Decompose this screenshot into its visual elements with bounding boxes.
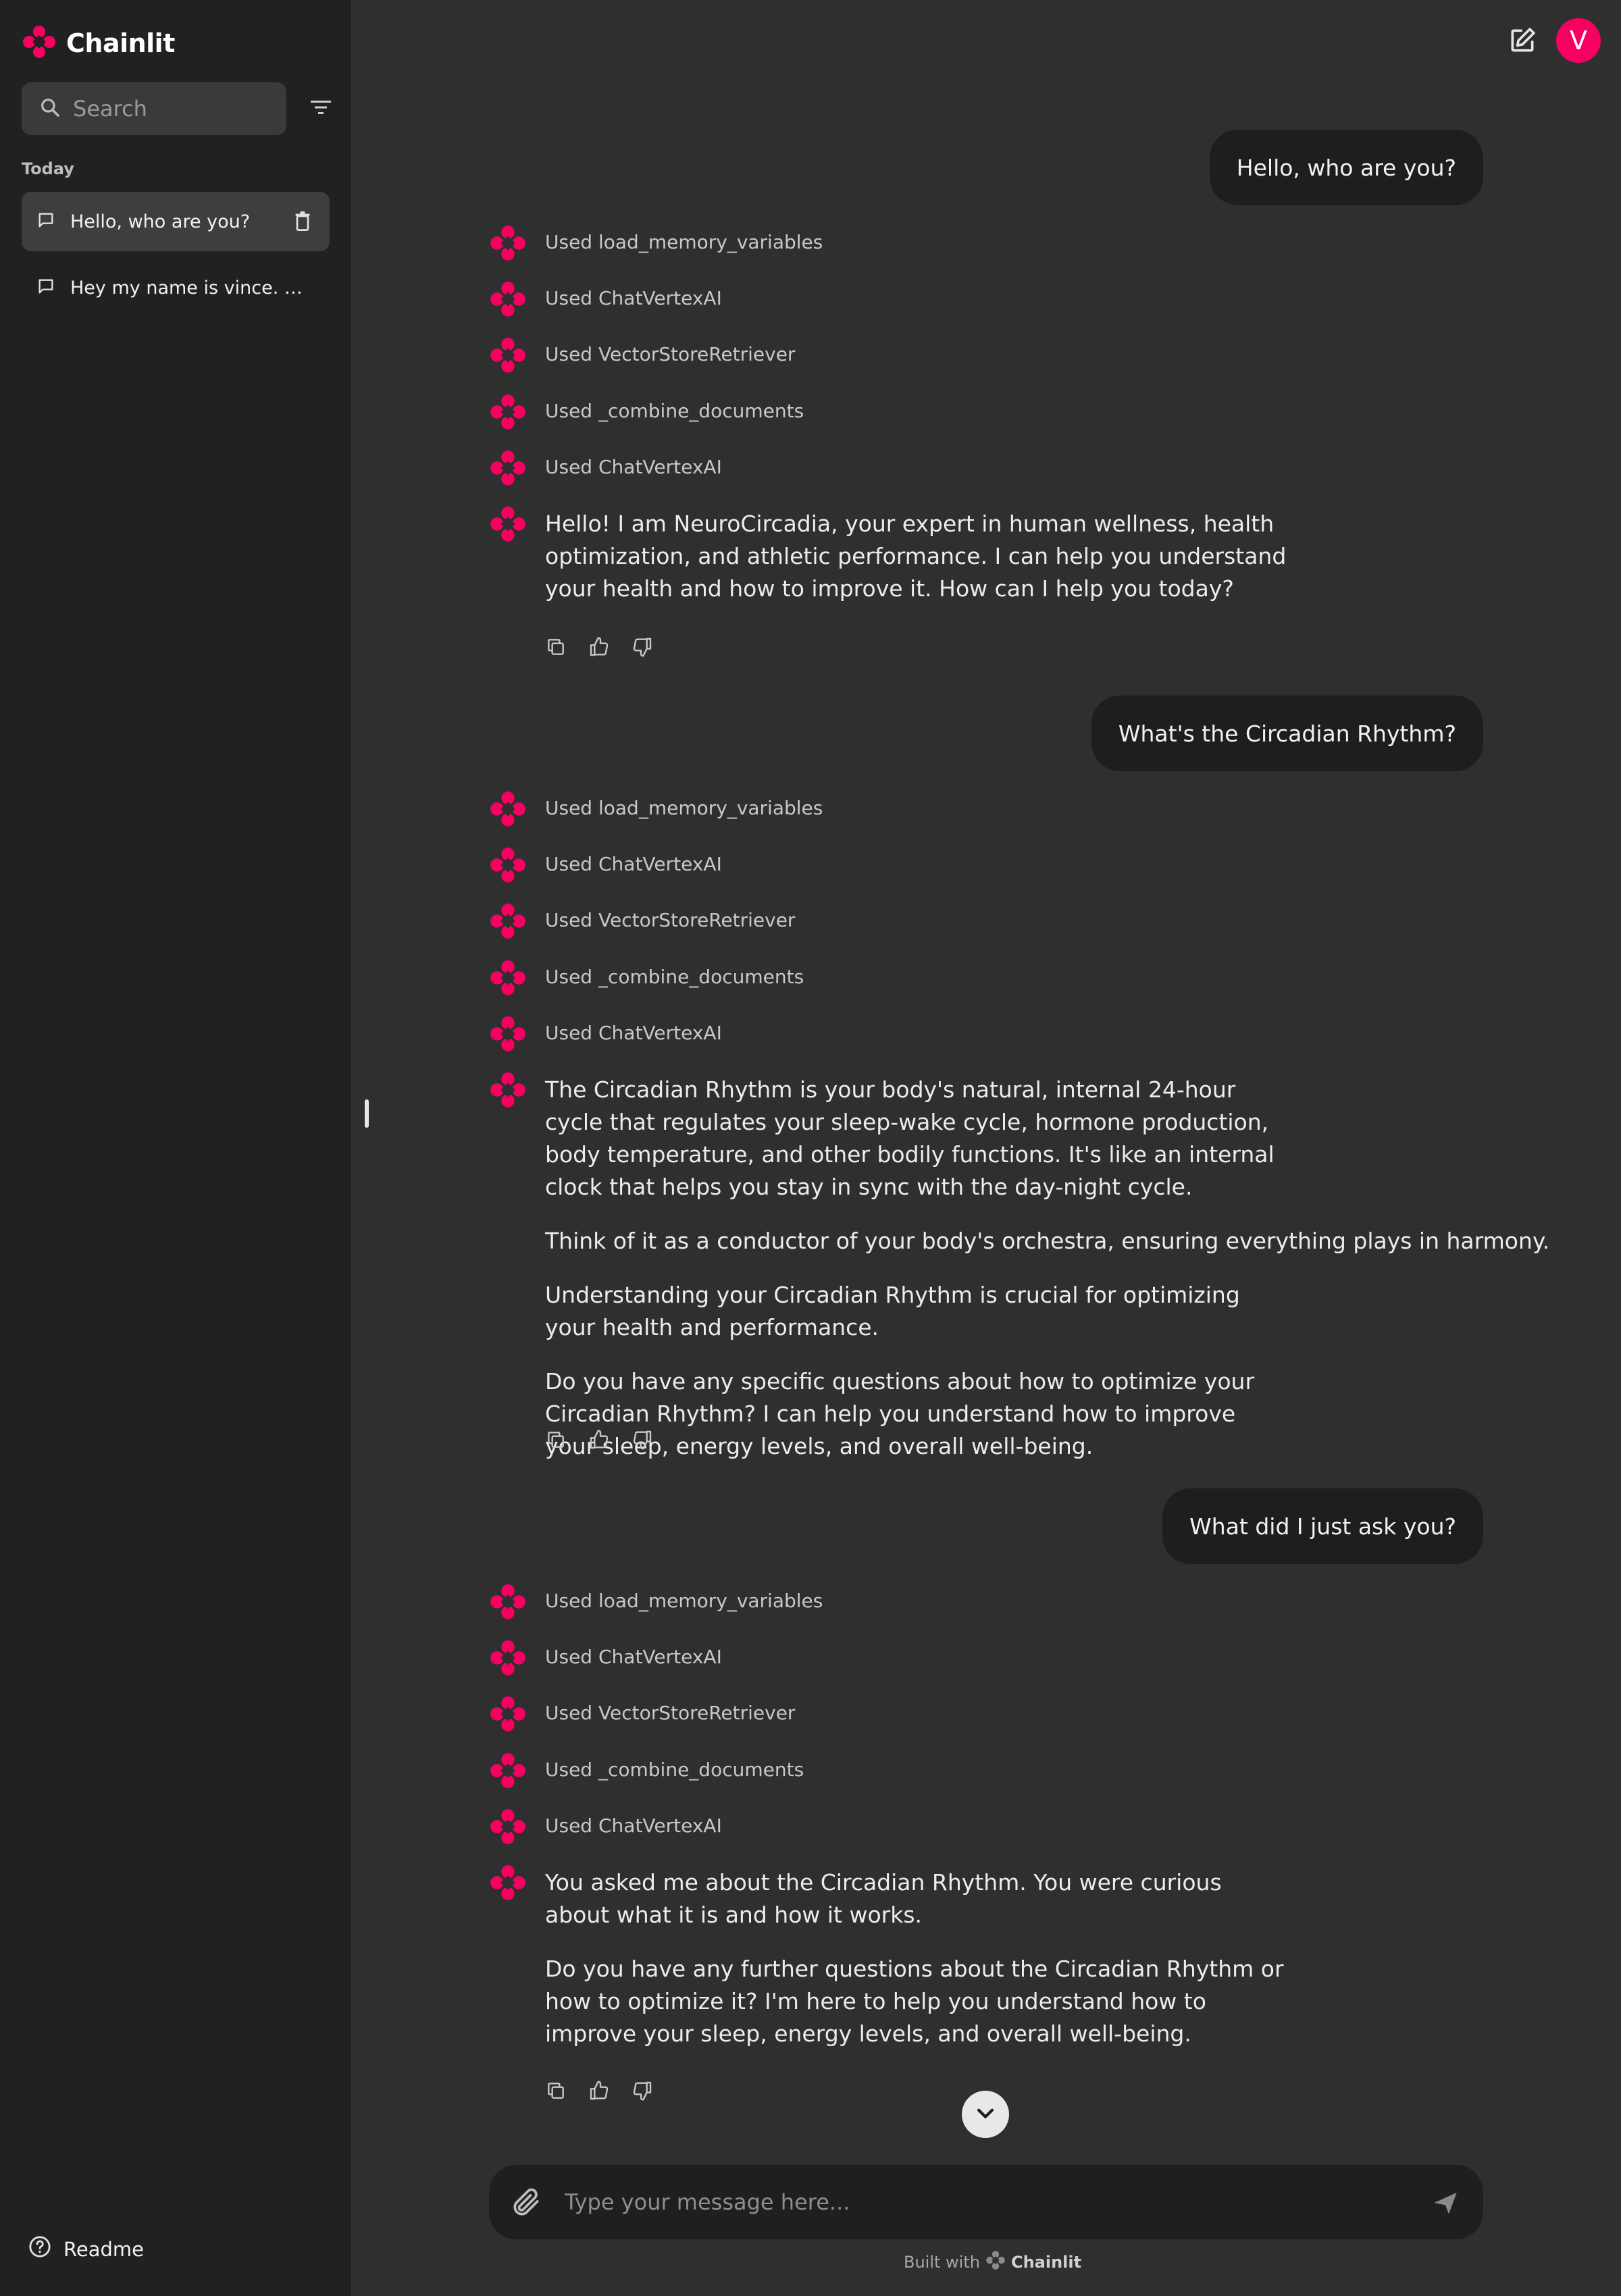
thumbs-up-icon[interactable]: [588, 1429, 610, 1451]
thumbs-down-icon[interactable]: [632, 1429, 653, 1451]
assistant-paragraph: The Circadian Rhythm is your body's natu…: [545, 1076, 1275, 1200]
copy-icon[interactable]: [545, 1429, 567, 1451]
thread-label: Hello, who are you?: [70, 211, 251, 232]
chainlit-logo-icon: [489, 336, 527, 377]
chainlit-logo-icon: [489, 1752, 527, 1792]
scroll-to-bottom-button[interactable]: [962, 2091, 1009, 2138]
chainlit-logo-icon: [489, 1808, 527, 1848]
filter-icon: [309, 98, 332, 120]
message-actions: [545, 1429, 653, 1451]
step-label: Used load_memory_variables: [545, 231, 823, 253]
thumbs-up-icon[interactable]: [588, 2080, 610, 2102]
copy-icon[interactable]: [545, 2080, 567, 2102]
chat-bubble-icon: [36, 277, 55, 298]
step-label: Used ChatVertexAI: [545, 287, 722, 309]
message-input[interactable]: [565, 2184, 1375, 2220]
thumbs-down-icon[interactable]: [632, 636, 653, 658]
message-composer: [489, 2165, 1483, 2239]
built-with-footer[interactable]: Built with Chainlit: [904, 2250, 1081, 2274]
chainlit-logo-icon: [22, 24, 57, 62]
assistant-message: You asked me about the Circadian Rhythm.…: [489, 1864, 1489, 2114]
search-box[interactable]: [22, 82, 286, 135]
assistant-paragraph: Hello! I am NeuroCircadia, your expert i…: [545, 511, 1287, 602]
chainlit-logo-icon: [489, 902, 527, 943]
footer-brand: Chainlit: [1010, 2253, 1082, 2272]
step-label: Used ChatVertexAI: [545, 1815, 722, 1837]
sidebar: Chainlit Today Hello, who are you? Hey m…: [0, 0, 351, 2296]
chainlit-logo-icon: [489, 224, 527, 265]
filter-button[interactable]: [308, 97, 334, 120]
chainlit-logo-icon: [489, 505, 527, 546]
step-label: Used VectorStoreRetriever: [545, 343, 796, 365]
paperclip-icon[interactable]: [509, 2185, 543, 2222]
thread-item[interactable]: Hey my name is vince. wh...: [22, 258, 330, 317]
chainlit-logo-icon: [489, 959, 527, 999]
step-label: Used load_memory_variables: [545, 1590, 823, 1612]
assistant-paragraph: You asked me about the Circadian Rhythm.…: [545, 1869, 1222, 1928]
chat-bubble-icon: [36, 211, 55, 232]
chainlit-logo-icon: [985, 2250, 1006, 2274]
chainlit-logo-icon: [489, 1071, 527, 1112]
assistant-message: Hello! I am NeuroCircadia, your expert i…: [489, 505, 1489, 681]
chainlit-logo-icon: [489, 1583, 527, 1623]
search-icon: [39, 97, 61, 121]
search-input[interactable]: [73, 96, 276, 122]
step-label: Used _combine_documents: [545, 400, 804, 422]
user-avatar[interactable]: V: [1556, 18, 1601, 63]
send-icon[interactable]: [1432, 2189, 1459, 2219]
thread-item[interactable]: Hello, who are you?: [22, 192, 330, 251]
step-label: Used _combine_documents: [545, 966, 804, 988]
help-circle-icon: [28, 2235, 51, 2263]
assistant-paragraph: Understanding your Circadian Rhythm is c…: [545, 1282, 1240, 1340]
brand-logo[interactable]: Chainlit: [22, 24, 175, 62]
step-label: Used load_memory_variables: [545, 797, 823, 819]
message-actions: [545, 636, 653, 658]
assistant-paragraph: Do you have any further questions about …: [545, 1956, 1284, 2047]
chainlit-logo-icon: [489, 1695, 527, 1736]
step-label: Used ChatVertexAI: [545, 456, 722, 478]
step-label: Used ChatVertexAI: [545, 1646, 722, 1668]
readme-button[interactable]: Readme: [28, 2235, 144, 2263]
chevron-down-icon: [974, 2102, 997, 2127]
step-label: Used ChatVertexAI: [545, 853, 722, 875]
section-label-today: Today: [22, 159, 74, 178]
built-with-label: Built with: [904, 2253, 980, 2272]
chainlit-logo-icon: [489, 1639, 527, 1679]
brand-name: Chainlit: [66, 28, 175, 58]
readme-label: Readme: [63, 2237, 144, 2261]
chainlit-logo-icon: [489, 280, 527, 321]
step-label: Used VectorStoreRetriever: [545, 1702, 796, 1724]
trash-icon[interactable]: [293, 211, 312, 235]
edit-icon: [1508, 28, 1537, 58]
user-message: Hello, who are you?: [1209, 130, 1483, 205]
assistant-message: The Circadian Rhythm is your body's natu…: [489, 1071, 1550, 1463]
assistant-paragraph: Think of it as a conductor of your body'…: [545, 1228, 1550, 1254]
chainlit-logo-icon: [489, 1864, 527, 1904]
step-label: Used _combine_documents: [545, 1758, 804, 1781]
user-message: What's the Circadian Rhythm?: [1091, 696, 1483, 771]
assistant-paragraph: Do you have any specific questions about…: [545, 1368, 1255, 1459]
thumbs-down-icon[interactable]: [632, 2080, 653, 2102]
message-actions: [545, 2080, 653, 2102]
step-label: Used VectorStoreRetriever: [545, 909, 796, 931]
copy-icon[interactable]: [545, 636, 567, 658]
chainlit-logo-icon: [489, 790, 527, 831]
new-chat-button[interactable]: [1508, 26, 1537, 55]
user-message: What did I just ask you?: [1162, 1488, 1483, 1564]
chainlit-logo-icon: [489, 1015, 527, 1055]
step-label: Used ChatVertexAI: [545, 1022, 722, 1044]
thread-label: Hey my name is vince. wh...: [70, 277, 307, 298]
sidebar-resize-handle[interactable]: [365, 1099, 369, 1128]
chainlit-logo-icon: [489, 846, 527, 887]
thumbs-up-icon[interactable]: [588, 636, 610, 658]
chainlit-logo-icon: [489, 449, 527, 490]
chainlit-logo-icon: [489, 393, 527, 434]
